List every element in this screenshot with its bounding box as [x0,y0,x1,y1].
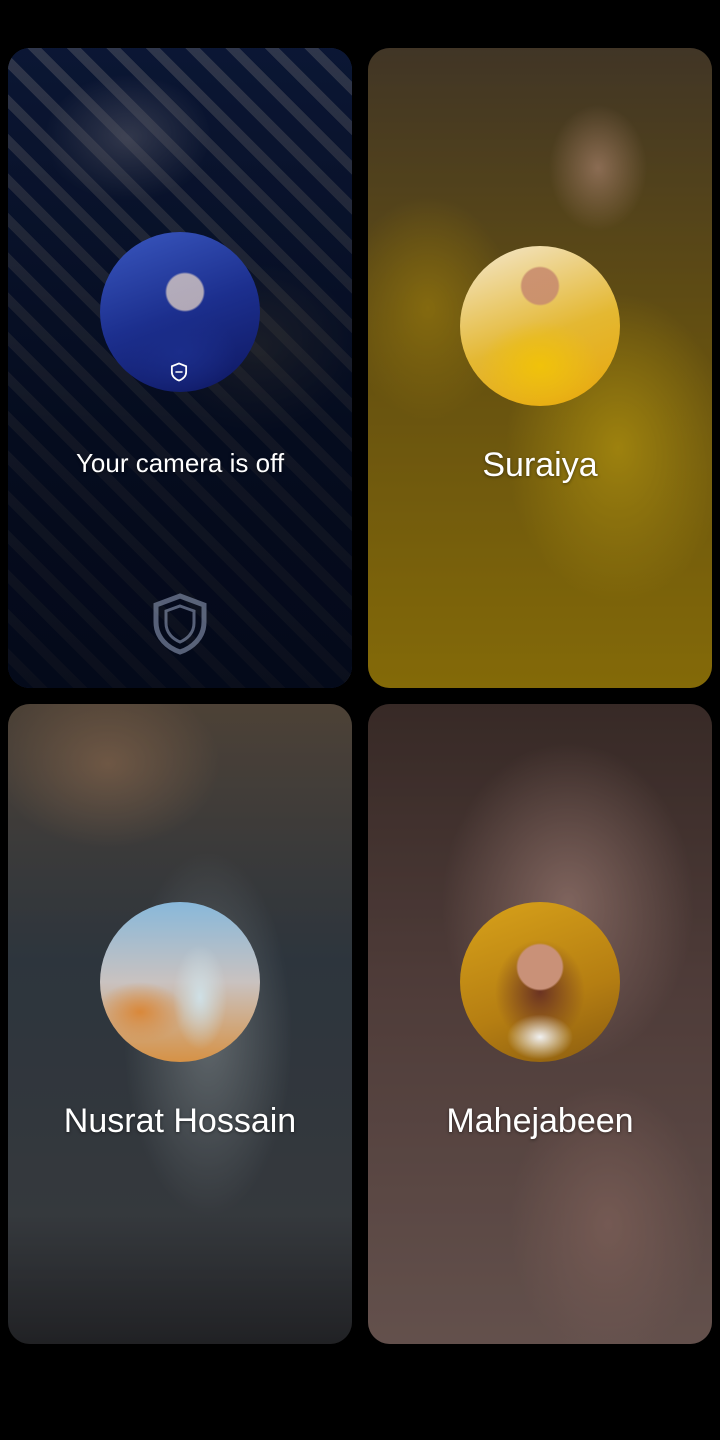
video-call-grid: Your camera is off Suraiya Nusrat Hossai… [0,0,720,1440]
participant-avatar [460,902,620,1062]
participant-name: Suraiya [482,446,598,484]
participant-name: Nusrat Hossain [63,1102,297,1140]
participant-tile[interactable]: Nusrat Hossain [8,704,352,1344]
shield-icon [153,593,207,655]
camera-off-label: Your camera is off [75,448,285,478]
participant-avatar [460,246,620,406]
participant-tile[interactable]: Mahejabeen [368,704,712,1344]
participant-avatar [100,902,260,1062]
participant-tile[interactable]: Suraiya [368,48,712,688]
self-video-tile[interactable]: Your camera is off [8,48,352,688]
self-avatar [100,232,260,392]
shield-icon [170,362,188,382]
participant-name: Mahejabeen [446,1102,634,1140]
